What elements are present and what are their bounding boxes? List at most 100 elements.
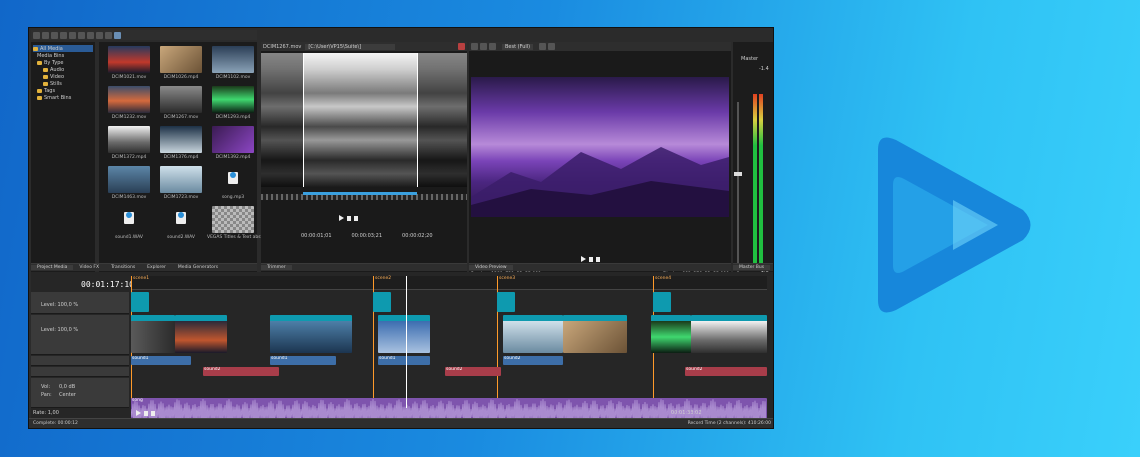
media-thumbnail[interactable]: [212, 206, 254, 233]
tab-media-generators[interactable]: Media Generators: [172, 265, 224, 270]
overlay-clip[interactable]: [653, 292, 671, 312]
overlay-clip[interactable]: [497, 292, 515, 312]
trimmer-path[interactable]: [C:\User\VP15\Suite\]: [305, 43, 396, 50]
media-thumbnail[interactable]: [108, 46, 150, 73]
scene-marker-label[interactable]: scene1: [133, 276, 149, 281]
search-icon[interactable]: [114, 31, 121, 39]
media-thumbnail[interactable]: [212, 46, 254, 73]
audio-clip[interactable]: sound1: [270, 356, 336, 365]
track-header-video-1[interactable]: Level: 100,0 %: [31, 292, 129, 314]
video-clip[interactable]: DCIM1372: [691, 315, 767, 353]
media-thumbnail[interactable]: [160, 46, 202, 73]
audio-clip-title: sound2: [504, 356, 521, 361]
pause-icon[interactable]: [144, 410, 148, 416]
trimmer-selection[interactable]: [303, 192, 417, 195]
tab-video-preview[interactable]: Video Preview: [469, 265, 513, 270]
track-header-audio-2[interactable]: [31, 367, 129, 377]
new-icon[interactable]: [33, 31, 40, 39]
video-clip[interactable]: DCIM1392: [378, 315, 430, 353]
stop-icon[interactable]: [151, 410, 155, 416]
tree-item-audio[interactable]: Audio: [33, 66, 93, 73]
redo-icon[interactable]: [105, 31, 112, 39]
audio-clip[interactable]: sound2: [685, 367, 767, 376]
audio-clip[interactable]: sound1: [131, 356, 191, 365]
save-frame-icon[interactable]: [548, 43, 556, 50]
audio-clip[interactable]: sound1: [378, 356, 430, 365]
tree-item-smart-bins[interactable]: Smart Bins: [33, 94, 93, 101]
tree-item-media-bins[interactable]: Media Bins: [33, 52, 93, 59]
copy-icon[interactable]: [78, 31, 85, 39]
stop-icon[interactable]: [596, 256, 600, 262]
tree-item-tags[interactable]: Tags: [33, 87, 93, 94]
audio-clip[interactable]: sound2: [203, 367, 279, 376]
scene-marker-label[interactable]: scene2: [375, 276, 391, 281]
scene-marker-label[interactable]: scene3: [499, 276, 515, 281]
media-thumbnail[interactable]: [108, 166, 150, 193]
media-thumbnail[interactable]: [160, 206, 202, 233]
vegas-app-window: All Media Media Bins By Type Audio Video…: [28, 27, 774, 429]
preview-quality[interactable]: Best (Full): [502, 43, 534, 50]
tab-master-bus[interactable]: Master Bus: [733, 265, 771, 270]
overlays-icon[interactable]: [489, 43, 496, 50]
media-thumbnail[interactable]: [108, 206, 150, 233]
tree-item-video[interactable]: Video: [33, 73, 93, 80]
split-icon[interactable]: [480, 43, 487, 50]
trim-region-left[interactable]: [261, 53, 303, 187]
save-icon[interactable]: [51, 31, 58, 39]
video-clip[interactable]: DCIM1039: [175, 315, 227, 353]
media-thumbnail-label: DCIM1376.mp4: [163, 155, 199, 160]
tab-video-fx[interactable]: Video FX: [73, 265, 105, 270]
master-fader[interactable]: [737, 102, 739, 272]
play-icon[interactable]: [136, 410, 141, 416]
media-thumbnail[interactable]: [160, 166, 202, 193]
tree-item-by-type[interactable]: By Type: [33, 59, 93, 66]
audio-clip[interactable]: sound2: [503, 356, 563, 365]
paste-icon[interactable]: [87, 31, 94, 39]
media-thumbnail[interactable]: [160, 86, 202, 113]
media-thumbnail[interactable]: [212, 126, 254, 153]
cut-icon[interactable]: [69, 31, 76, 39]
video-clip[interactable]: DCIM1026: [563, 315, 627, 353]
master-meter-right: [759, 94, 763, 266]
audio-clip[interactable]: sound2: [445, 367, 501, 376]
video-clip[interactable]: DCIM1463: [270, 315, 352, 353]
scene-marker-label[interactable]: scene4: [655, 276, 671, 281]
overlay-clip[interactable]: [373, 292, 391, 312]
close-icon[interactable]: [458, 43, 465, 50]
pause-icon[interactable]: [347, 215, 351, 221]
track-header-song[interactable]: Vol: 0,0 dB Pan: Center: [31, 378, 129, 408]
playhead[interactable]: [406, 276, 407, 408]
tree-item-all-media[interactable]: All Media: [33, 45, 93, 52]
open-icon[interactable]: [42, 31, 49, 39]
master-fader-handle[interactable]: [734, 172, 742, 176]
undo-icon[interactable]: [96, 31, 103, 39]
tab-transitions[interactable]: Transitions: [105, 265, 141, 270]
media-thumbnail[interactable]: [108, 86, 150, 113]
media-thumbnail[interactable]: [108, 126, 150, 153]
settings-icon[interactable]: [471, 43, 478, 50]
media-thumbnail[interactable]: [212, 86, 254, 113]
tab-trimmer[interactable]: Trimmer: [261, 265, 292, 270]
trim-region-right[interactable]: [417, 53, 467, 187]
timeline-ruler[interactable]: [131, 276, 767, 290]
copy-frame-icon[interactable]: [539, 43, 547, 50]
tree-item-stills[interactable]: Stills: [33, 80, 93, 87]
media-thumbnail[interactable]: [160, 126, 202, 153]
tab-project-media[interactable]: Project Media: [31, 265, 74, 270]
video-clip[interactable]: DCIM1723: [503, 315, 563, 353]
video-clip[interactable]: DCIM1021: [651, 315, 691, 353]
pause-icon[interactable]: [589, 256, 593, 262]
overlay-clip[interactable]: [131, 292, 149, 312]
video-clip[interactable]: DCIM1267: [131, 315, 175, 353]
tab-explorer[interactable]: Explorer: [141, 265, 172, 270]
media-thumbnail[interactable]: [212, 166, 254, 193]
track-header-audio-1[interactable]: [31, 356, 129, 366]
trim-in-line[interactable]: [303, 53, 304, 187]
render-icon[interactable]: [60, 31, 67, 39]
trim-out-line[interactable]: [417, 53, 418, 187]
play-icon[interactable]: [581, 256, 586, 262]
track-header-video-2[interactable]: Level: 100,0 %: [31, 315, 129, 355]
stop-icon[interactable]: [354, 215, 358, 221]
play-icon[interactable]: [339, 215, 344, 221]
folder-icon: [37, 60, 42, 65]
